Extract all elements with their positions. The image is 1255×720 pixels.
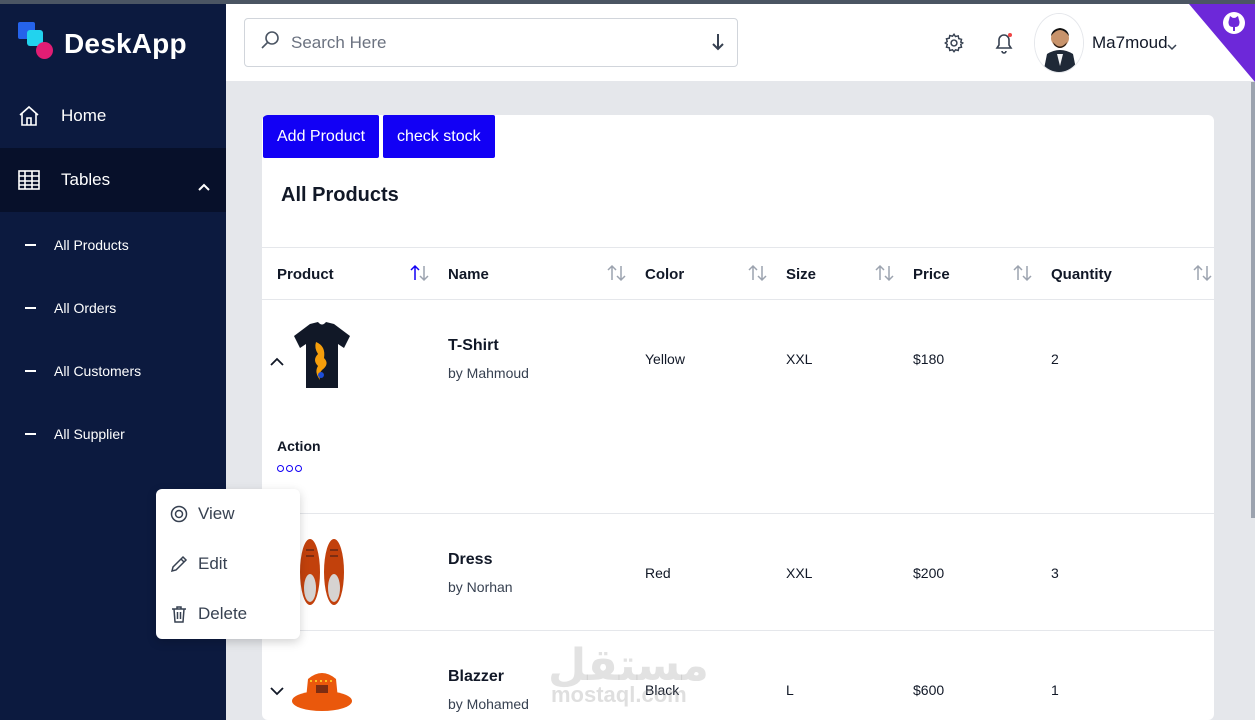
action-label: Action <box>277 438 321 454</box>
dash-icon <box>25 244 36 246</box>
sort-icon[interactable] <box>1192 264 1214 287</box>
dash-icon <box>25 370 36 372</box>
logo[interactable]: DeskApp <box>18 22 187 66</box>
product-size: XXL <box>786 351 813 367</box>
product-name: Blazzer <box>448 668 505 685</box>
product-quantity: 2 <box>1051 351 1059 367</box>
table-row[interactable]: Dress by Norhan Red XXL $200 3 <box>262 514 1214 631</box>
table-row[interactable]: Blazzer by Mohamed Black L $600 1 <box>262 631 1214 720</box>
product-quantity: 1 <box>1051 682 1059 698</box>
page-title: All Products <box>281 184 399 206</box>
home-icon <box>17 104 41 128</box>
bell-icon[interactable] <box>992 31 1016 55</box>
product-owner: by Mohamed <box>448 696 529 712</box>
column-header-size[interactable]: Size <box>786 266 816 283</box>
table-header: Product Name Color Size Price Quantity <box>262 247 1214 300</box>
app-name: DeskApp <box>64 28 187 59</box>
product-image-tshirt <box>290 320 354 392</box>
search-input[interactable] <box>291 32 691 53</box>
chevron-down-icon[interactable] <box>1167 38 1177 56</box>
menu-item-edit[interactable]: Edit <box>156 542 300 586</box>
column-header-name[interactable]: Name <box>448 266 489 283</box>
menu-item-label: Delete <box>198 604 248 623</box>
column-header-price[interactable]: Price <box>913 266 950 283</box>
watermark-subtext: mostaql.com <box>551 682 687 707</box>
product-color: Red <box>645 565 671 581</box>
sidebar-item-all-orders[interactable]: All Orders <box>0 288 226 328</box>
product-price: $180 <box>913 351 945 367</box>
product-price: $600 <box>913 682 945 698</box>
trash-icon <box>169 604 189 624</box>
search-bar[interactable] <box>244 18 738 67</box>
action-menu: View Edit Delete <box>156 489 300 639</box>
menu-item-view[interactable]: View <box>156 492 300 536</box>
sidebar-item-home[interactable]: Home <box>0 84 226 148</box>
product-price: $200 <box>913 565 945 581</box>
menu-item-delete[interactable]: Delete <box>156 592 300 636</box>
table-icon <box>17 168 41 192</box>
github-corner[interactable] <box>1189 4 1255 82</box>
product-size: L <box>786 682 794 698</box>
sidebar-item-all-supplier[interactable]: All Supplier <box>0 414 226 454</box>
sidebar-item-label: Tables <box>61 170 111 189</box>
menu-item-label: Edit <box>198 554 228 573</box>
gear-icon[interactable] <box>942 31 966 55</box>
sort-icon[interactable] <box>1012 264 1034 287</box>
sidebar-item-label: All Orders <box>54 300 117 316</box>
header: Ma7moud <box>226 4 1255 82</box>
sort-icon[interactable] <box>409 264 431 287</box>
product-quantity: 3 <box>1051 565 1059 581</box>
chevron-down-icon[interactable] <box>270 683 284 701</box>
sidebar-item-label: Home <box>61 106 107 125</box>
product-owner: by Norhan <box>448 579 513 595</box>
sort-icon[interactable] <box>606 264 628 287</box>
check-stock-button[interactable]: check stock <box>383 115 495 158</box>
sidebar-item-label: All Customers <box>54 363 142 379</box>
product-image-hat <box>290 659 354 720</box>
add-product-button[interactable]: Add Product <box>263 115 380 158</box>
product-color: Yellow <box>645 351 685 367</box>
sort-icon[interactable] <box>747 264 769 287</box>
avatar[interactable] <box>1034 13 1084 73</box>
user-name[interactable]: Ma7moud <box>1092 33 1168 53</box>
dash-icon <box>25 307 36 309</box>
product-name: T-Shirt <box>448 337 499 354</box>
scrollbar[interactable] <box>1251 82 1255 518</box>
sort-icon[interactable] <box>874 264 896 287</box>
column-header-product[interactable]: Product <box>277 266 334 283</box>
dash-icon <box>25 433 36 435</box>
table-row[interactable]: T-Shirt by Mahmoud Yellow XXL $180 2 <box>262 300 1214 514</box>
product-owner: by Mahmoud <box>448 365 529 381</box>
sidebar-item-label: All Products <box>54 237 129 253</box>
chevron-up-icon[interactable] <box>270 353 284 371</box>
logo-icon <box>18 22 54 66</box>
arrow-down-icon[interactable] <box>711 33 725 56</box>
more-options-icon[interactable] <box>277 465 302 472</box>
product-size: XXL <box>786 565 813 581</box>
products-card: Add Product check stock All Products Pro… <box>262 115 1214 720</box>
chevron-up-icon <box>198 176 210 196</box>
column-header-quantity[interactable]: Quantity <box>1051 266 1112 283</box>
sidebar-item-tables[interactable]: Tables <box>0 148 226 212</box>
column-header-color[interactable]: Color <box>645 266 684 283</box>
search-icon <box>259 29 281 56</box>
eye-icon <box>169 504 189 524</box>
sidebar-item-label: All Supplier <box>54 426 125 442</box>
github-icon <box>1223 12 1245 34</box>
sidebar-item-all-products[interactable]: All Products <box>0 225 226 265</box>
menu-item-label: View <box>198 504 235 523</box>
sidebar-item-all-customers[interactable]: All Customers <box>0 351 226 391</box>
top-border <box>0 0 1255 4</box>
pencil-icon <box>169 554 189 574</box>
product-name: Dress <box>448 551 493 568</box>
